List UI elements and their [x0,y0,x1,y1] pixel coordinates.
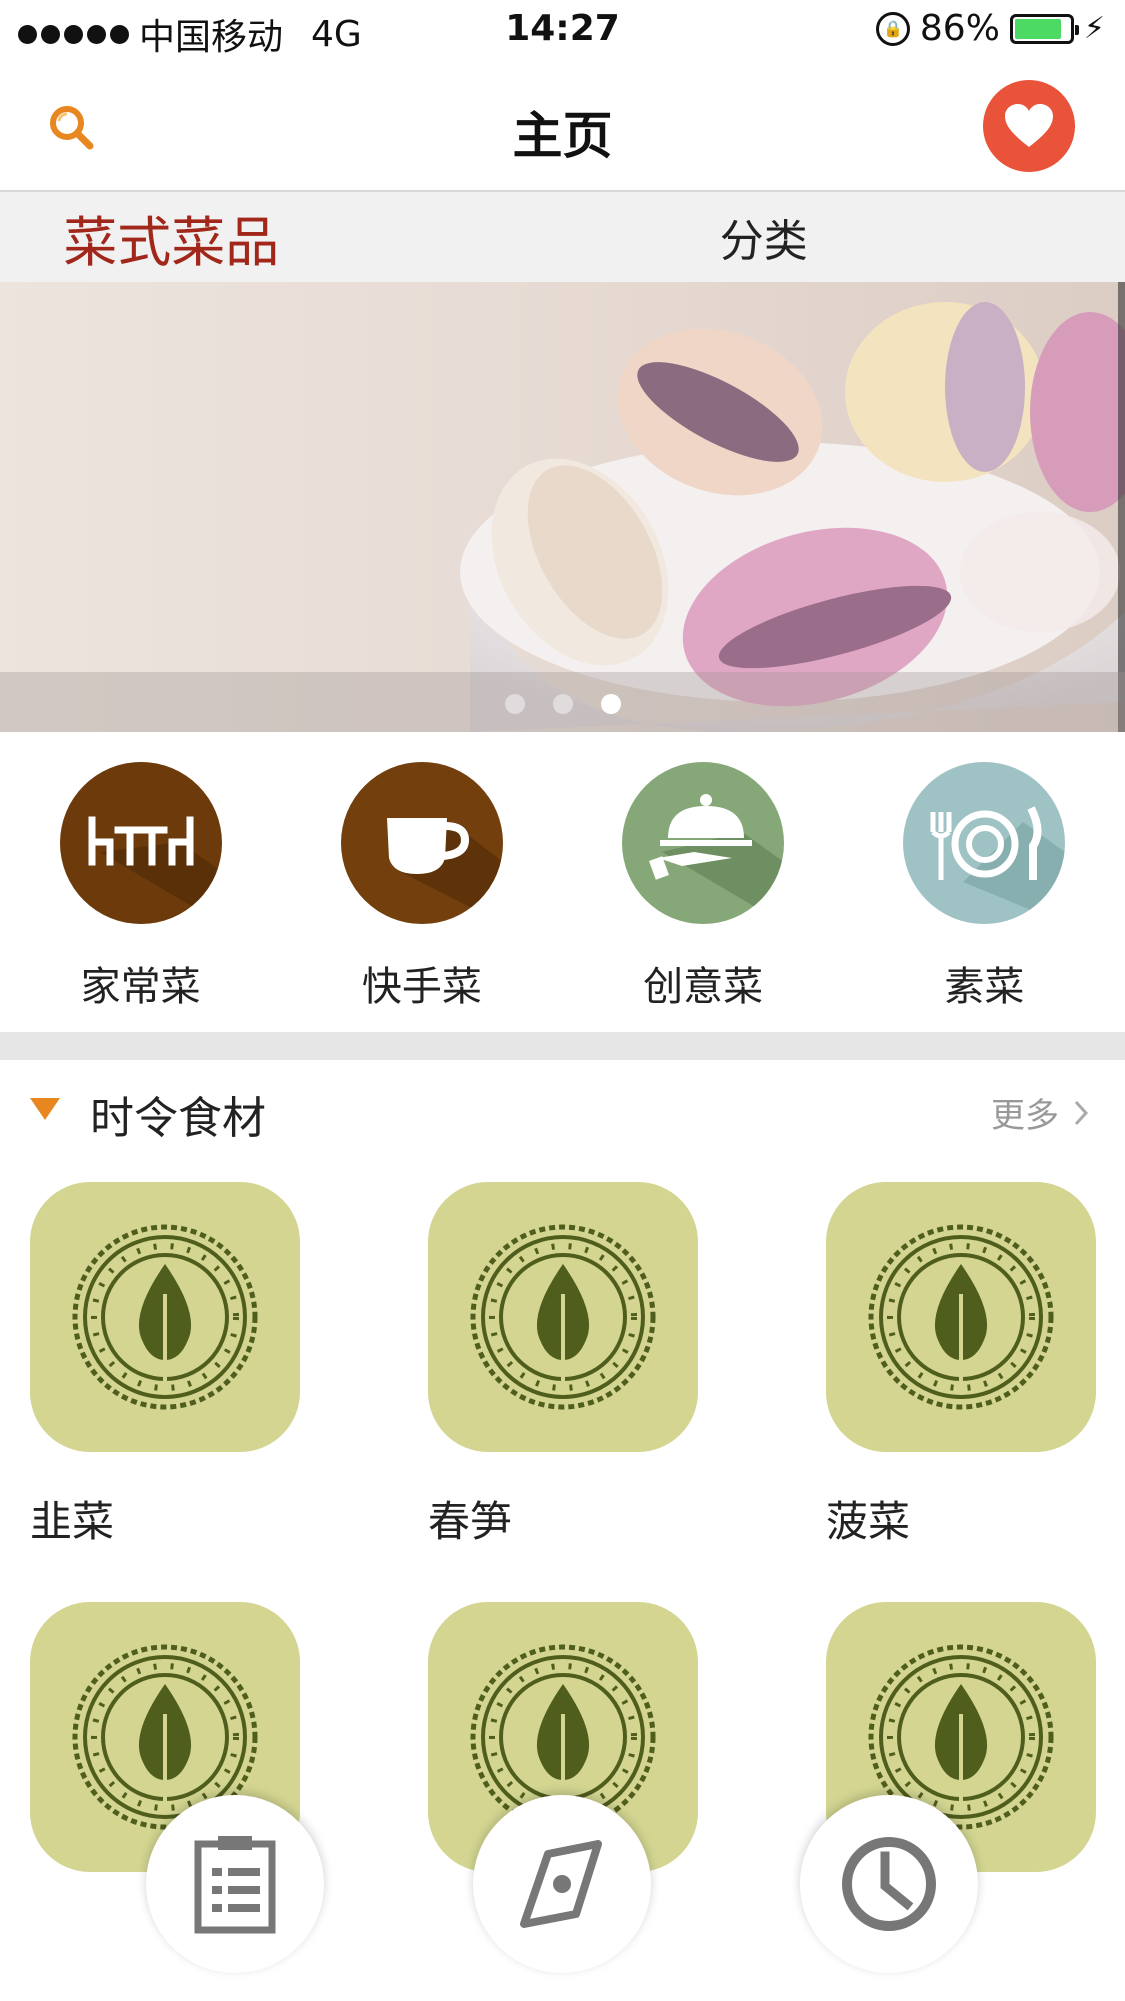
category-home-style[interactable]: 家常菜 [0,732,281,1032]
signal-strength-icon [18,24,129,44]
top-tabs: 菜式菜品 分类 [0,192,1125,282]
more-link[interactable]: 更多 [991,1088,1089,1137]
serving-cloche-icon [649,794,785,924]
more-label: 更多 [991,1096,1059,1136]
ingredient-tile [30,1182,300,1452]
leaf-badge-icon [868,1224,1054,1410]
banner-pagination [0,694,1125,714]
heart-icon [1005,104,1053,147]
chevron-right-icon [1074,1100,1089,1125]
tab-dishes[interactable]: 菜式菜品 [0,192,563,282]
macaron-banner-image [460,282,1125,732]
dock-history-button[interactable] [800,1795,978,1973]
battery-percent: 86% [919,8,1000,49]
clock-icon [842,1837,936,1931]
category-label: 快手菜 [361,964,482,1010]
leaf-badge-icon [470,1224,656,1410]
status-left: 中国移动 4G [18,8,362,60]
ingredient-item[interactable]: 春笋 [428,1182,698,1549]
category-label: 素菜 [944,964,1025,1010]
charging-bolt-icon: ⚡ [1083,11,1105,46]
dining-table-icon [88,816,222,924]
navigation-bar: 主页 [0,62,1125,192]
carrier-name: 中国移动 [139,17,284,58]
ingredient-name: 菠菜 [826,1497,911,1546]
status-right: 🔒 86% ⚡ [875,8,1105,49]
category-vegetarian[interactable]: 素菜 [844,732,1125,1032]
leaf-badge-icon [72,1224,258,1410]
banner-dot[interactable] [504,694,525,714]
section-divider [0,1032,1125,1060]
cup-icon [386,818,503,924]
category-row: 家常菜 快手菜 创意菜 素菜 [0,732,1125,1032]
network-type: 4G [311,13,362,55]
tab-category[interactable]: 分类 [563,192,1125,282]
ingredient-name: 韭菜 [30,1497,115,1546]
ingredient-tile [826,1182,1096,1452]
compass-icon [520,1840,602,1928]
category-label: 家常菜 [80,964,201,1010]
dock-menu-button[interactable] [146,1795,324,1973]
category-label: 创意菜 [643,964,764,1010]
ingredient-tile [428,1182,698,1452]
category-icon-circle [340,762,503,924]
favorites-button[interactable] [983,80,1075,172]
category-icon-circle [903,762,1066,924]
rotation-lock-icon: 🔒 [875,11,910,46]
tab-category-label: 分类 [719,216,808,267]
battery-icon [1009,13,1079,44]
banner-dot[interactable] [552,694,573,714]
category-creative[interactable]: 创意菜 [563,732,844,1032]
clipboard-list-icon [194,1836,276,1934]
page-title: 主页 [512,107,613,165]
ingredient-item[interactable]: 菠菜 [826,1182,1096,1549]
ingredient-item[interactable]: 韭菜 [30,1182,300,1549]
category-quick[interactable]: 快手菜 [281,732,562,1032]
banner-dot[interactable] [600,694,621,714]
tab-dishes-label: 菜式菜品 [63,210,280,274]
dock-discover-button[interactable] [473,1795,651,1973]
category-icon-circle [622,762,785,924]
section-title: 时令食材 [90,1093,266,1144]
seasonal-section-header: 时令食材 更多 [0,1060,1125,1154]
section-triangle-icon [30,1098,60,1120]
category-icon-circle [59,762,222,924]
banner-carousel[interactable] [0,282,1125,732]
plate-cutlery-icon [930,806,1066,924]
status-bar: 中国移动 4G 14:27 🔒 86% ⚡ [0,0,1125,62]
ingredient-name: 春笋 [428,1497,513,1546]
